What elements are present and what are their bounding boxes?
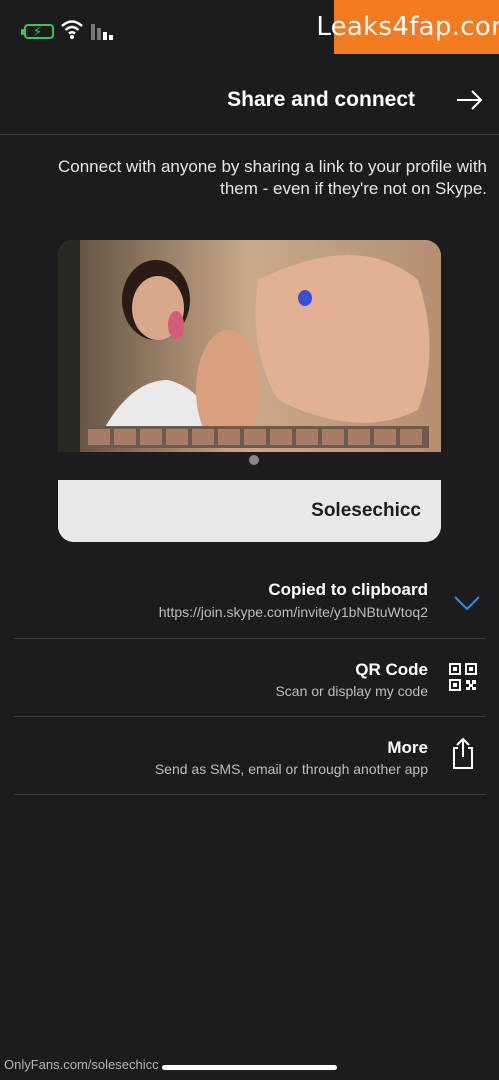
qr-code-row[interactable]: QR Code Scan or display my code	[14, 638, 486, 717]
profile-name: Solesechicc	[311, 500, 421, 521]
watermark-text: Leaks4fap.com	[316, 12, 499, 42]
page-title: Share and connect	[227, 88, 415, 111]
profile-card[interactable]: Solesechicc	[58, 240, 441, 542]
cellular-signal-icon	[91, 24, 113, 40]
footer-url: OnlyFans.com/solesechicc	[4, 1057, 159, 1072]
qr-code-icon	[449, 663, 477, 691]
chevron-down-icon[interactable]	[450, 586, 484, 620]
copy-link-title: Copied to clipboard	[268, 580, 428, 599]
qr-code-subtitle: Scan or display my code	[275, 683, 428, 699]
wifi-icon	[61, 20, 83, 39]
battery-icon: ⚡	[21, 24, 54, 39]
share-icon	[453, 737, 473, 769]
copy-link-row[interactable]: Copied to clipboard https://join.skype.c…	[14, 560, 486, 639]
more-subtitle: Send as SMS, email or through another ap…	[154, 761, 428, 777]
more-row[interactable]: More Send as SMS, email or through anoth…	[14, 716, 486, 795]
header: Share and connect	[0, 74, 499, 135]
more-title: More	[387, 738, 428, 757]
invite-link: https://join.skype.com/invite/y1bNBtuWto…	[158, 604, 428, 620]
watermark-logo: Leaks4fap.com	[316, 0, 499, 54]
arrow-right-icon[interactable]	[451, 82, 487, 118]
profile-photo	[58, 240, 441, 480]
description-text: Connect with anyone by sharing a link to…	[57, 157, 487, 198]
home-indicator[interactable]	[162, 1065, 337, 1070]
profile-name-row: Solesechicc	[58, 480, 441, 542]
qr-code-title: QR Code	[355, 660, 428, 679]
